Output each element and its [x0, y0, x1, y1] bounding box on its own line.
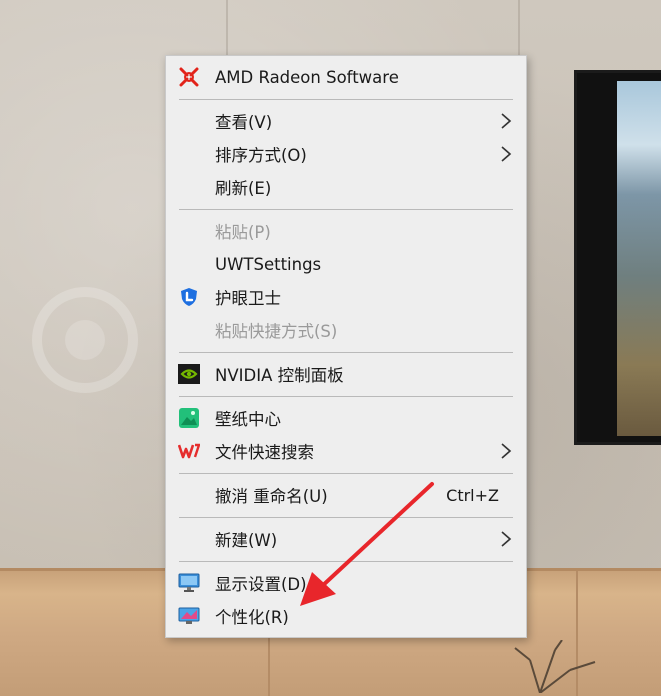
menu-item-eye-guard[interactable]: 护眼卫士 [166, 282, 526, 312]
menu-item-refresh[interactable]: 刷新(E) [166, 172, 526, 202]
menu-item-label: 粘贴快捷方式(S) [215, 322, 338, 341]
shortcut-label: Ctrl+Z [446, 485, 499, 505]
menu-separator [179, 352, 513, 353]
menu-item-paste-shortcut: 粘贴快捷方式(S) [166, 315, 526, 345]
amd-radeon-icon [178, 67, 200, 87]
menu-item-label: AMD Radeon Software [215, 67, 399, 87]
chevron-right-icon [501, 443, 512, 459]
personalization-icon [178, 606, 200, 626]
plant-branch-decoration [514, 640, 596, 693]
menu-item-label: 粘贴(P) [215, 223, 271, 242]
display-settings-icon [178, 573, 200, 593]
menu-separator [179, 473, 513, 474]
menu-item-label: 壁纸中心 [215, 410, 281, 429]
menu-item-label: 个性化(R) [215, 608, 289, 627]
wps-icon [178, 441, 200, 461]
chevron-right-icon [501, 531, 512, 547]
menu-item-label: NVIDIA 控制面板 [215, 366, 344, 385]
menu-item-label: 新建(W) [215, 531, 278, 550]
eye-guard-shield-icon [178, 287, 200, 307]
menu-item-view[interactable]: 查看(V) [166, 106, 526, 136]
nvidia-icon [178, 364, 200, 384]
menu-item-paste: 粘贴(P) [166, 216, 526, 246]
menu-item-sort-by[interactable]: 排序方式(O) [166, 139, 526, 169]
menu-separator [179, 99, 513, 100]
menu-item-wallpaper-center[interactable]: 壁纸中心 [166, 403, 526, 433]
tv-screen [617, 81, 661, 436]
menu-item-label: 文件快速搜索 [215, 443, 314, 462]
menu-item-label: 刷新(E) [215, 179, 272, 198]
tv-wallpaper-element [574, 70, 661, 445]
menu-item-file-quick-search[interactable]: 文件快速搜索 [166, 436, 526, 466]
menu-separator [179, 209, 513, 210]
menu-item-nvidia-control-panel[interactable]: NVIDIA 控制面板 [166, 359, 526, 389]
menu-item-label: 排序方式(O) [215, 146, 307, 165]
menu-item-label: 查看(V) [215, 113, 273, 132]
menu-item-amd-radeon-software[interactable]: AMD Radeon Software [166, 62, 526, 92]
chevron-right-icon [501, 146, 512, 162]
menu-separator [179, 396, 513, 397]
wallpaper-center-icon [178, 408, 200, 428]
menu-item-label: 护眼卫士 [215, 289, 281, 308]
chevron-right-icon [501, 113, 512, 129]
menu-item-uwtsettings[interactable]: UWTSettings [166, 249, 526, 279]
red-annotation-arrow [300, 482, 434, 606]
menu-item-label: UWTSettings [215, 254, 322, 274]
